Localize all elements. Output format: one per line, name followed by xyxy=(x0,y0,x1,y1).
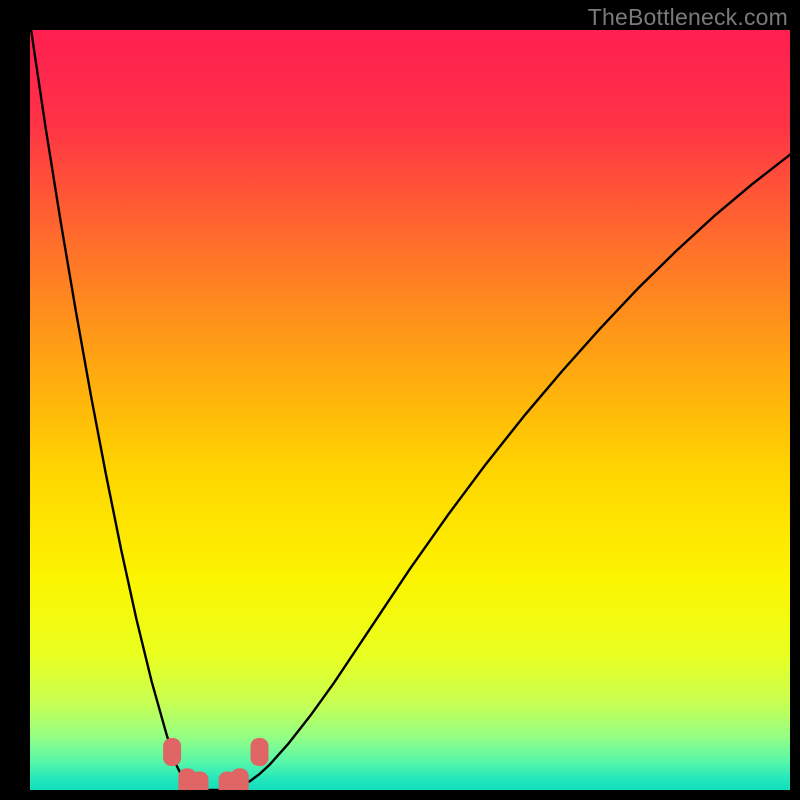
bottleneck-curve xyxy=(30,30,790,790)
marker-m6 xyxy=(251,738,269,766)
marker-m5 xyxy=(231,768,249,790)
curve-layer xyxy=(30,30,790,790)
marker-m1 xyxy=(163,738,181,766)
watermark-text: TheBottleneck.com xyxy=(588,4,788,31)
marker-m3 xyxy=(190,771,208,790)
plot-area xyxy=(30,30,790,790)
curve-markers xyxy=(163,738,268,790)
chart-stage: TheBottleneck.com xyxy=(0,0,800,800)
